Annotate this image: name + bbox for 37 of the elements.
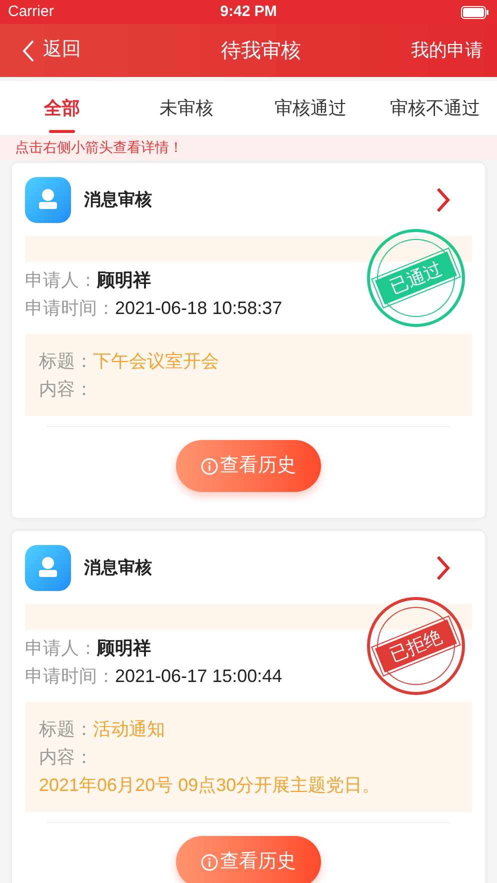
- subject-label: 标题：: [39, 350, 93, 373]
- applicant-name: 顾明祥: [97, 269, 151, 292]
- apply-time: 2021-06-18 10:58:37: [115, 297, 282, 320]
- status-time: 9:42 PM: [220, 2, 277, 22]
- page-title: 待我审核: [220, 38, 302, 64]
- chevron-left-icon: [22, 40, 35, 62]
- chevron-right-icon[interactable]: [436, 555, 450, 581]
- back-button[interactable]: 返回: [22, 36, 81, 65]
- hint-text: 点击右侧小箭头查看详情！: [15, 138, 183, 157]
- view-history-button[interactable]: 查看历史: [176, 836, 321, 883]
- filter-tab[interactable]: 全部: [0, 81, 124, 135]
- applicant-label: 申请人：: [25, 637, 97, 660]
- chevron-right-icon[interactable]: [436, 187, 450, 213]
- apply-time: 2021-06-17 15:00:44: [115, 665, 282, 688]
- info-icon: [201, 458, 218, 474]
- subject-text: 活动通知: [93, 718, 165, 741]
- filter-tab[interactable]: 未审核: [124, 81, 248, 135]
- user-icon: [25, 177, 71, 223]
- subject-label: 标题：: [39, 718, 93, 741]
- time-label: 申请时间：: [25, 665, 115, 688]
- card-title: 消息审核: [84, 189, 152, 212]
- applicant-label: 申请人：: [25, 269, 97, 292]
- view-history-button[interactable]: 查看历史: [176, 440, 321, 492]
- time-label: 申请时间：: [25, 297, 115, 320]
- info-icon: [201, 854, 218, 870]
- filter-tab[interactable]: 审核不通过: [372, 81, 497, 135]
- battery-icon: [461, 6, 490, 18]
- user-icon: [25, 545, 71, 591]
- my-applications-button[interactable]: 我的申请: [411, 37, 483, 64]
- content-label: 内容：: [39, 378, 93, 401]
- card-title: 消息审核: [84, 557, 152, 580]
- applicant-name: 顾明祥: [97, 637, 151, 660]
- content-label: 内容：: [39, 746, 93, 769]
- content-text: 2021年06月20号 09点30分开展主题党日。: [39, 774, 380, 797]
- filter-tab[interactable]: 审核通过: [248, 81, 373, 135]
- carrier-label: Carrier: [8, 2, 55, 22]
- subject-text: 下午会议室开会: [93, 350, 219, 373]
